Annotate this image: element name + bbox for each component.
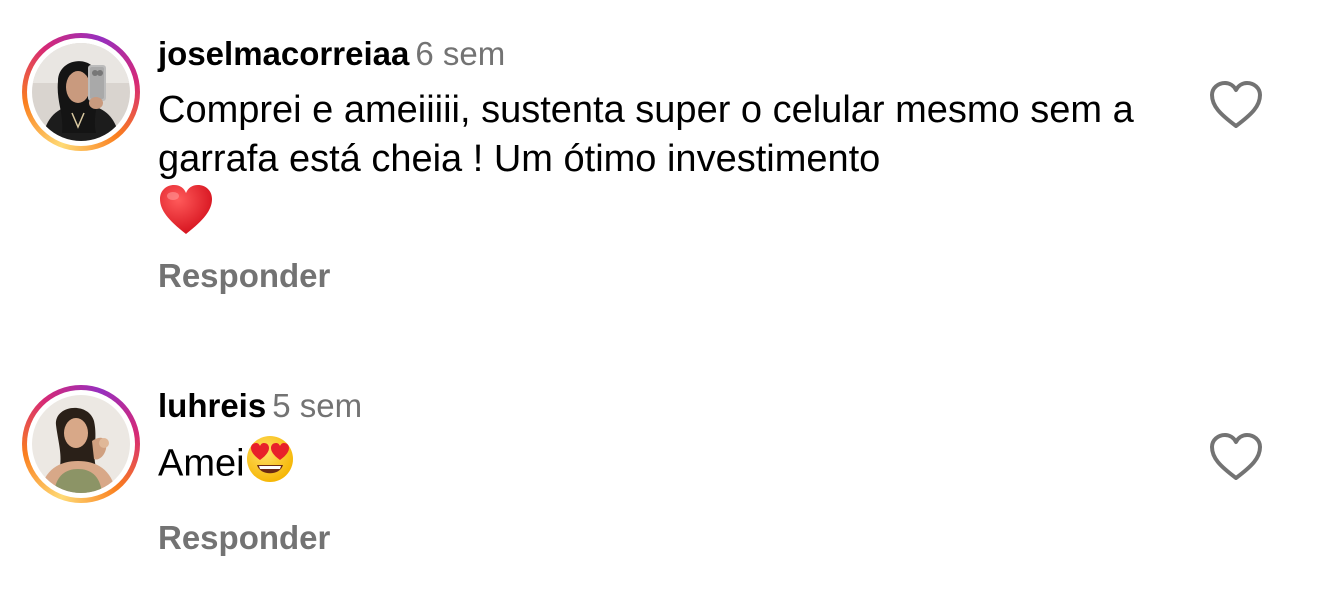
comment-text-content: Amei bbox=[158, 442, 245, 485]
comment-text: Comprei e ameiiiii, sustenta super o cel… bbox=[158, 86, 1170, 249]
avatar-photo-icon bbox=[32, 43, 130, 141]
comment-username[interactable]: joselmacorreiaa bbox=[158, 35, 409, 72]
reply-button[interactable]: Responder bbox=[158, 256, 330, 296]
comment-meta: luhreis 5 sem bbox=[158, 386, 1170, 426]
comment-item: joselmacorreiaa 6 sem Comprei e ameiiiii,… bbox=[0, 0, 1320, 330]
comment-body: luhreis 5 sem Amei bbox=[158, 386, 1170, 497]
comment-timestamp: 6 sem bbox=[415, 35, 506, 72]
heart-eyes-face-icon bbox=[245, 434, 295, 497]
reply-button[interactable]: Responder bbox=[158, 518, 330, 558]
like-button[interactable] bbox=[1208, 432, 1264, 482]
comment-meta: joselmacorreiaa 6 sem bbox=[158, 34, 1170, 74]
like-button[interactable] bbox=[1208, 80, 1264, 130]
comment-body: joselmacorreiaa 6 sem Comprei e ameiiiii,… bbox=[158, 34, 1170, 249]
comment-item: luhreis 5 sem Amei Responder bbox=[0, 380, 1320, 595]
avatar bbox=[32, 43, 130, 141]
red-heart-icon bbox=[158, 184, 214, 249]
avatar-story-ring[interactable] bbox=[22, 33, 140, 151]
comment-timestamp: 5 sem bbox=[272, 387, 363, 424]
comment-username[interactable]: luhreis bbox=[158, 387, 266, 424]
heart-outline-icon bbox=[1210, 81, 1262, 128]
avatar-photo-icon bbox=[32, 395, 130, 493]
avatar-story-ring[interactable] bbox=[22, 385, 140, 503]
comment-text: Amei bbox=[158, 434, 1170, 497]
comment-text-content: Comprei e ameiiiii, sustenta super o cel… bbox=[158, 89, 1134, 180]
heart-outline-icon bbox=[1210, 433, 1262, 480]
avatar bbox=[32, 395, 130, 493]
